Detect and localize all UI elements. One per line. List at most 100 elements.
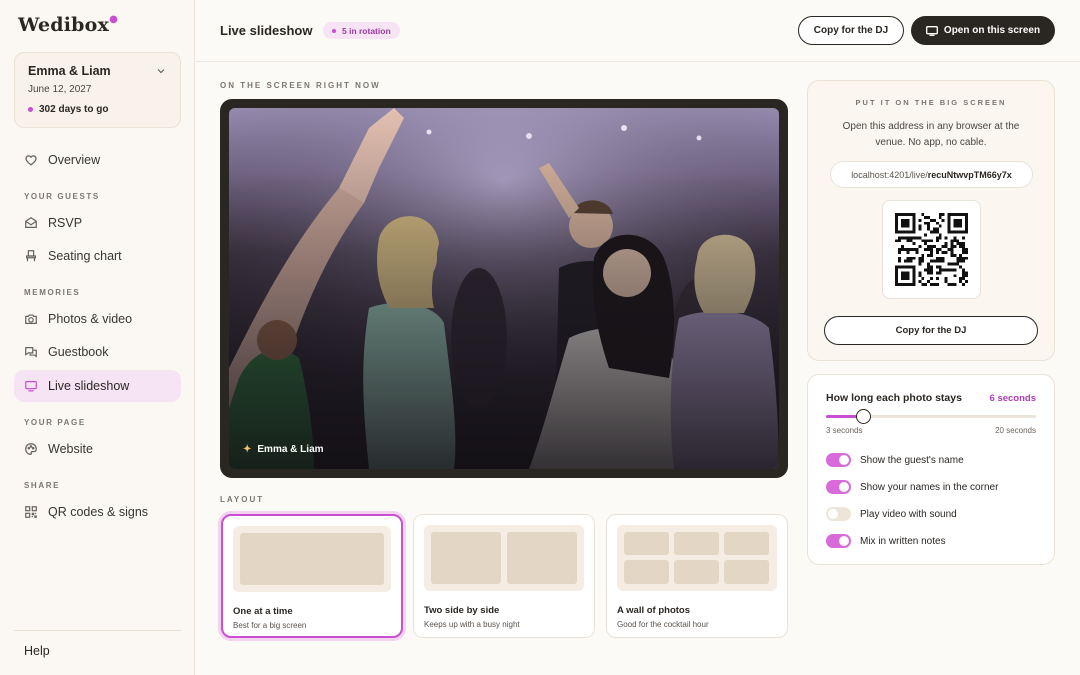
sidebar-item-rsvp[interactable]: RSVP [14,207,181,239]
top-bar: Live slideshow 5 in rotation Copy for th… [196,0,1080,62]
sidebar-item-website[interactable]: Website [14,433,181,465]
camera-icon [25,314,37,324]
sidebar-item-qr-codes[interactable]: QR codes & signs [14,496,181,528]
slider-handle[interactable] [856,409,872,424]
layout-description: Best for a big screen [233,621,307,630]
sparkle-icon: ✦ [243,444,252,455]
button-label: Open on this screen [943,25,1041,36]
party-photo-illustration [229,108,779,469]
rotation-badge: 5 in rotation [323,22,400,39]
duration-slider[interactable] [826,409,1036,424]
big-screen-label: PUT IT ON THE BIG SCREEN [855,98,1007,107]
photo-placeholder [240,533,384,585]
corner-names-toggle[interactable] [826,480,851,494]
envelope-icon [25,217,37,228]
big-screen-description: Open this address in any browser at the … [842,121,1020,148]
toggle-label: Show your names in the corner [860,481,999,493]
event-names: Emma & Liam [28,64,111,78]
photo-placeholder [724,560,769,584]
sidebar-item-label: RSVP [48,216,83,230]
sidebar-item-label: Website [48,442,93,456]
sidebar-item-label: QR codes & signs [48,505,149,519]
slider-max-label: 20 seconds [995,426,1036,435]
guest-name-toggle[interactable] [826,453,851,467]
written-notes-toggle[interactable] [826,534,851,548]
live-url-field[interactable]: localhost:4201/live/recuNtwvpTM66y7x [830,161,1033,188]
layout-title: Two side by side [424,605,500,616]
copy-for-dj-card-button[interactable]: Copy for the DJ [824,316,1038,345]
logo[interactable]: Wedibox● [18,14,118,36]
toggle-knob [828,509,838,519]
toggle-label: Play video with sound [860,508,957,520]
layout-option-one-at-a-time[interactable]: One at a time Best for a big screen [221,514,403,638]
sidebar-item-label: Overview [48,153,101,167]
divider [14,630,181,631]
status-dot [28,107,33,112]
qr-code [882,200,981,299]
monitor-icon [925,25,938,36]
photo-placeholder [674,532,719,555]
toggle-row-guest-name[interactable]: Show the guest's name [826,452,964,468]
screen-section-label: ON THE SCREEN RIGHT NOW [220,81,381,90]
sidebar: Wedibox● Emma & Liam June 12, 2027 302 d… [0,0,195,675]
layout-description: Keeps up with a busy night [424,620,520,629]
photo-placeholder [431,532,501,584]
event-date: June 12, 2027 [28,84,92,95]
nav-section-page: YOUR PAGE [24,418,86,427]
sidebar-item-overview[interactable]: Overview [14,144,181,176]
layout-preview [617,525,777,591]
qr-code-image [895,213,968,286]
layout-preview [424,525,584,591]
open-on-this-screen-button[interactable]: Open on this screen [911,16,1055,45]
slide-caption: ✦ Emma & Liam [243,444,324,455]
monitor-icon [25,381,37,392]
status-dot [332,28,336,33]
sidebar-item-label: Guestbook [48,345,109,359]
sidebar-item-guestbook[interactable]: Guestbook [14,336,181,368]
help-link[interactable]: Help [24,644,50,658]
nav-section-guests: YOUR GUESTS [24,192,100,201]
copy-for-dj-button[interactable]: Copy for the DJ [798,16,904,45]
qr-code-icon [25,506,37,518]
duration-title: How long each photo stays [826,392,962,404]
toggle-row-video-sound[interactable]: Play video with sound [826,506,957,522]
nav-section-share: SHARE [24,481,61,490]
chair-icon [26,250,36,262]
chat-bubbles-icon [25,347,37,358]
big-screen-card: PUT IT ON THE BIG SCREEN Open this addre… [807,80,1055,361]
sidebar-item-label: Live slideshow [48,379,130,393]
photo-placeholder [674,560,719,584]
layout-title: One at a time [233,606,293,617]
layout-option-wall-of-photos[interactable]: A wall of photos Good for the cocktail h… [606,514,788,638]
chevron-down-icon [157,69,165,74]
video-sound-toggle[interactable] [826,507,851,521]
toggle-knob [839,482,849,492]
slideshow-preview: ✦ Emma & Liam [220,99,788,478]
layout-preview [233,526,391,592]
sidebar-item-label: Seating chart [48,249,122,263]
nav-section-memories: MEMORIES [24,288,81,297]
event-selector[interactable]: Emma & Liam June 12, 2027 302 days to go [14,52,181,128]
photo-placeholder [724,532,769,555]
slider-min-label: 3 seconds [826,426,863,435]
event-countdown: 302 days to go [28,104,167,115]
heart-icon [25,155,37,166]
slideshow-settings-card: How long each photo stays 6 seconds 3 se… [807,374,1055,565]
toggle-label: Mix in written notes [860,535,946,547]
current-slide-photo: ✦ Emma & Liam [229,108,779,469]
layout-section-label: LAYOUT [220,495,265,504]
layout-description: Good for the cocktail hour [617,620,709,629]
palette-icon [25,443,37,455]
sidebar-item-photos[interactable]: Photos & video [14,303,181,335]
photo-placeholder [624,560,669,584]
photo-placeholder [624,532,669,555]
toggle-label: Show the guest's name [860,454,964,466]
toggle-row-your-names[interactable]: Show your names in the corner [826,479,998,495]
duration-value: 6 seconds [989,393,1036,404]
url-prefix: localhost:4201/live/ [851,169,928,180]
sidebar-item-seating[interactable]: Seating chart [14,240,181,272]
toggle-knob [839,536,849,546]
layout-option-two-side-by-side[interactable]: Two side by side Keeps up with a busy ni… [413,514,595,638]
sidebar-item-live-slideshow[interactable]: Live slideshow [14,370,181,402]
toggle-row-written-notes[interactable]: Mix in written notes [826,533,946,549]
